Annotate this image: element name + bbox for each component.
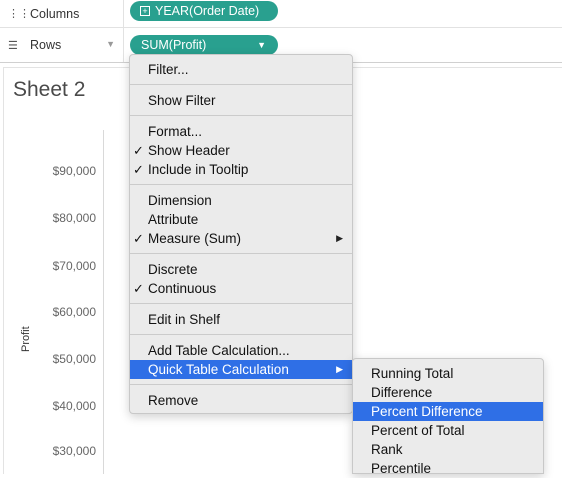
menu-item-remove[interactable]: Remove xyxy=(130,391,352,410)
menu-item-add-table-calculation[interactable]: Add Table Calculation... xyxy=(130,341,352,360)
y-tick-label: $50,000 xyxy=(52,352,96,366)
rows-shelf-dropdown-icon[interactable]: ▼ xyxy=(106,39,115,49)
submenu-arrow-icon: ▶ xyxy=(336,233,343,243)
submenu-item-percent-difference[interactable]: Percent Difference xyxy=(353,402,543,421)
submenu-arrow-icon: ▶ xyxy=(336,364,343,374)
pill-dropdown-icon[interactable]: ▼ xyxy=(257,40,266,50)
columns-label-text: Columns xyxy=(30,6,80,21)
checkmark-icon: ✓ xyxy=(133,280,144,296)
rows-shelf-label: ☰ Rows ▼ xyxy=(0,28,124,62)
sum-profit-pill[interactable]: SUM(Profit) ▼ xyxy=(130,35,278,55)
columns-shelf-label: ⋮⋮ Columns xyxy=(0,0,124,27)
menu-item-filter[interactable]: Filter... xyxy=(130,60,352,79)
year-order-date-pill[interactable]: + YEAR(Order Date) xyxy=(130,1,278,21)
columns-icon: ⋮⋮ xyxy=(8,8,30,20)
menu-item-measure[interactable]: ✓ Measure (Sum) ▶ xyxy=(130,229,352,248)
menu-separator xyxy=(130,184,352,185)
sheet-title: Sheet 2 xyxy=(13,78,86,101)
rows-icon: ☰ xyxy=(8,39,18,52)
checkmark-icon: ✓ xyxy=(133,142,144,158)
y-tick-label: $30,000 xyxy=(52,444,96,458)
sum-pill-label: SUM(Profit) xyxy=(141,38,207,52)
submenu-item-percentile[interactable]: Percentile xyxy=(353,459,543,478)
y-tick-label: $60,000 xyxy=(52,305,96,319)
checkmark-icon: ✓ xyxy=(133,230,144,246)
menu-separator xyxy=(130,253,352,254)
menu-separator xyxy=(130,115,352,116)
menu-item-show-header[interactable]: ✓ Show Header xyxy=(130,141,352,160)
y-tick-label: $90,000 xyxy=(52,164,96,178)
submenu-item-percent-of-total[interactable]: Percent of Total xyxy=(353,421,543,440)
columns-shelf: ⋮⋮ Columns + YEAR(Order Date) xyxy=(0,0,562,28)
y-tick-label: $80,000 xyxy=(52,211,96,225)
y-tick-label: $70,000 xyxy=(52,259,96,273)
y-tick-label: $40,000 xyxy=(52,399,96,413)
checkmark-icon: ✓ xyxy=(133,161,144,177)
y-axis-line xyxy=(103,130,104,474)
menu-separator xyxy=(130,384,352,385)
menu-separator xyxy=(130,334,352,335)
submenu-item-running-total[interactable]: Running Total xyxy=(353,364,543,383)
submenu-item-rank[interactable]: Rank xyxy=(353,440,543,459)
menu-separator xyxy=(130,84,352,85)
menu-item-attribute[interactable]: Attribute xyxy=(130,210,352,229)
pill-context-menu: Filter... Show Filter Format... ✓ Show He… xyxy=(129,54,353,414)
menu-item-include-in-tooltip[interactable]: ✓ Include in Tooltip xyxy=(130,160,352,179)
menu-item-show-filter[interactable]: Show Filter xyxy=(130,91,352,110)
quick-table-calc-submenu: Running Total Difference Percent Differe… xyxy=(352,358,544,476)
submenu-item-difference[interactable]: Difference xyxy=(353,383,543,402)
menu-item-edit-in-shelf[interactable]: Edit in Shelf xyxy=(130,310,352,329)
menu-item-quick-table-calculation[interactable]: Quick Table Calculation ▶ xyxy=(130,360,352,379)
menu-item-dimension[interactable]: Dimension xyxy=(130,191,352,210)
y-axis-label: Profit xyxy=(20,326,32,352)
rows-label-text: Rows xyxy=(30,38,62,52)
menu-item-continuous[interactable]: ✓ Continuous xyxy=(130,279,352,298)
menu-item-discrete[interactable]: Discrete xyxy=(130,260,352,279)
year-pill-label: YEAR(Order Date) xyxy=(155,4,260,18)
expand-plus-icon[interactable]: + xyxy=(140,6,150,16)
menu-item-format[interactable]: Format... xyxy=(130,122,352,141)
menu-separator xyxy=(130,303,352,304)
